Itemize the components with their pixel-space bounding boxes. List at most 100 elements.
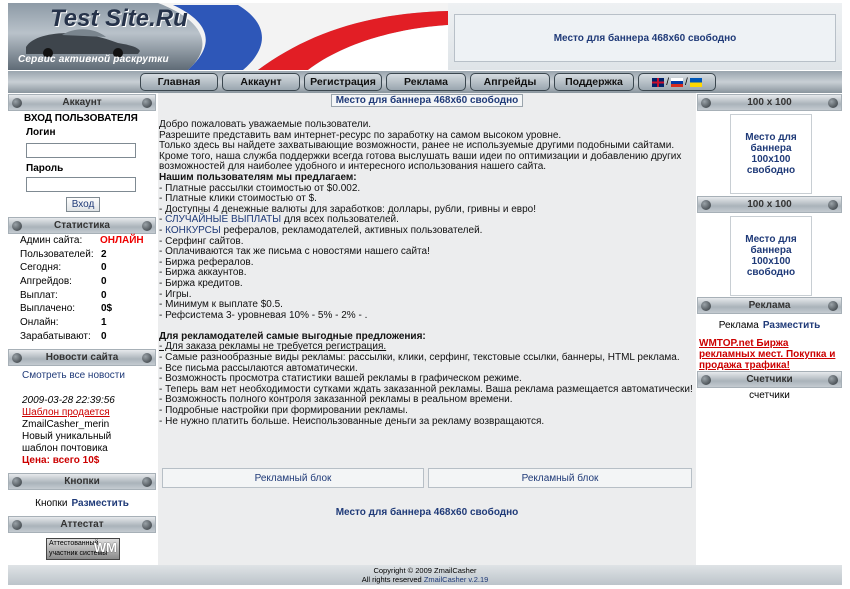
stat-value: 1 bbox=[101, 317, 107, 329]
ads-header: Реклама bbox=[697, 297, 842, 314]
stat-value: 2 bbox=[101, 248, 107, 260]
users-item: - КОНКУРСЫ рефералов, рекламодателей, ак… bbox=[159, 224, 483, 236]
wm-attestat-badge[interactable]: Аттестованный участник системы WM bbox=[46, 538, 120, 560]
news-item: 2009-03-28 22:39:56 Шаблон продается Zma… bbox=[22, 395, 115, 467]
users-heading: Нашим пользователям мы предлагаем: bbox=[159, 171, 357, 183]
attest-header: Аттестат bbox=[8, 516, 156, 533]
account-block: Аккаунт bbox=[8, 94, 156, 111]
banner-100-header: 100 x 100 bbox=[697, 94, 842, 111]
site-logo[interactable]: Test Site.Ru Сервис активной раскрутки bbox=[8, 3, 448, 70]
bullet-icon bbox=[12, 477, 22, 487]
footer-rights-line: All rights reserved ZmailCasher v.2.19 bbox=[361, 575, 489, 584]
wmtop-link[interactable]: WMTOP.net Биржа рекламных мест. Покупка … bbox=[697, 336, 842, 371]
banner-100-placeholder-1[interactable]: Место для баннера 100x100 свободно bbox=[730, 114, 812, 194]
flag-uk-icon[interactable] bbox=[652, 77, 665, 87]
lang-separator: / bbox=[685, 76, 688, 88]
stat-value: 0 bbox=[101, 330, 107, 342]
bullet-icon bbox=[701, 301, 711, 311]
stat-key: Апгрейдов: bbox=[20, 276, 72, 288]
footer-version-link[interactable]: ZmailCasher v.2.19 bbox=[424, 575, 488, 584]
ads-row: Реклама Разместить bbox=[697, 314, 842, 336]
bullet-icon bbox=[701, 200, 711, 210]
stat-value: 0 bbox=[101, 262, 107, 274]
random-payouts-link[interactable]: СЛУЧАЙНЫЕ ВЫПЛАТЫ bbox=[165, 214, 281, 226]
stat-key: Выплачено: bbox=[20, 303, 76, 315]
account-header-label: Аккаунт bbox=[62, 97, 102, 108]
bullet-icon bbox=[142, 477, 152, 487]
banner-100-header: 100 x 100 bbox=[697, 196, 842, 213]
welcome-text: Добро пожаловать уважаемые пользователи.… bbox=[159, 119, 694, 427]
center-banner-bottom[interactable]: Место для баннера 468x60 свободно bbox=[158, 506, 696, 520]
main-content: Место для баннера 468x60 свободно Добро … bbox=[158, 93, 696, 565]
stat-row: Админ сайта: ОНЛАЙН bbox=[8, 234, 156, 248]
banner-100-block-1: 100 x 100 bbox=[697, 94, 842, 111]
login-button[interactable]: Вход bbox=[66, 197, 100, 212]
stat-value-online: ОНЛАЙН bbox=[100, 235, 144, 246]
stat-row: Апгрейдов: 0 bbox=[8, 275, 156, 289]
language-switcher: / / bbox=[638, 73, 716, 91]
bullet-icon bbox=[828, 301, 838, 311]
nav-registration[interactable]: Регистрация bbox=[304, 73, 382, 91]
stat-key: Зарабатывают: bbox=[20, 330, 91, 342]
all-news-link[interactable]: Смотреть все новости bbox=[22, 370, 125, 381]
stat-key: Пользователей: bbox=[20, 248, 94, 260]
buttons-place-link[interactable]: Разместить bbox=[71, 498, 128, 509]
logo-subtitle: Сервис активной раскрутки bbox=[18, 54, 169, 65]
ad-block-right[interactable]: Рекламный блок bbox=[428, 468, 692, 488]
news-text: шаблон почтовика bbox=[22, 443, 108, 454]
bullet-icon bbox=[142, 98, 152, 108]
news-text: Новый уникальный bbox=[22, 431, 112, 442]
bullet-icon bbox=[12, 221, 22, 231]
bullet-icon bbox=[12, 353, 22, 363]
ads-block: Реклама Реклама Разместить WMTOP.net Бир… bbox=[697, 297, 842, 371]
banner-100-header-label: 100 x 100 bbox=[747, 97, 792, 108]
center-banner-top[interactable]: Место для баннера 468x60 свободно bbox=[158, 94, 696, 107]
news-header: Новости сайта bbox=[8, 349, 156, 366]
password-input[interactable] bbox=[26, 177, 136, 192]
adv-item: - Не нужно платить больше. Неиспользован… bbox=[159, 415, 545, 427]
stats-header: Статистика bbox=[8, 217, 156, 234]
top-banner-placeholder[interactable]: Место для баннера 468x60 свободно bbox=[454, 14, 836, 62]
counters-block: Счетчики счетчики bbox=[697, 371, 842, 401]
nav-upgrades[interactable]: Апгрейды bbox=[470, 73, 550, 91]
banner-100-placeholder-2[interactable]: Место для баннера 100x100 свободно bbox=[730, 216, 812, 296]
login-title: ВХОД ПОЛЬЗОВАТЕЛЯ bbox=[24, 113, 138, 124]
news-price: Цена: всего 10$ bbox=[22, 455, 100, 466]
attest-header-label: Аттестат bbox=[60, 519, 104, 530]
stats-header-label: Статистика bbox=[54, 220, 110, 231]
bullet-icon bbox=[828, 200, 838, 210]
stat-row: Выплат: 0 bbox=[8, 289, 156, 303]
nav-home[interactable]: Главная bbox=[140, 73, 218, 91]
nav-advertising[interactable]: Реклама bbox=[386, 73, 466, 91]
bullet-icon bbox=[12, 520, 22, 530]
stat-row: Пользователей: 2 bbox=[8, 248, 156, 262]
login-input[interactable] bbox=[26, 143, 136, 158]
main-nav: Главная Аккаунт Регистрация Реклама Апгр… bbox=[8, 71, 842, 93]
logo-title: Test Site.Ru bbox=[50, 5, 188, 32]
bullet-icon bbox=[12, 98, 22, 108]
stat-key: Админ сайта: bbox=[20, 235, 83, 246]
news-title-link[interactable]: Шаблон продается bbox=[22, 407, 115, 419]
ads-header-label: Реклама bbox=[748, 300, 791, 311]
news-header-label: Новости сайта bbox=[45, 352, 119, 363]
nav-account[interactable]: Аккаунт bbox=[222, 73, 300, 91]
banner-100-header-label: 100 x 100 bbox=[747, 199, 792, 210]
stat-key: Сегодня: bbox=[20, 262, 62, 274]
ads-place-link[interactable]: Разместить bbox=[763, 320, 820, 331]
stat-row: Сегодня: 0 bbox=[8, 261, 156, 275]
bullet-icon bbox=[828, 98, 838, 108]
nav-support[interactable]: Поддержка bbox=[554, 73, 634, 91]
stat-key: Онлайн: bbox=[20, 317, 59, 329]
news-date: 2009-03-28 22:39:56 bbox=[22, 395, 115, 406]
ad-block-left[interactable]: Рекламный блок bbox=[162, 468, 424, 488]
password-label: Пароль bbox=[26, 163, 64, 174]
flag-ua-icon[interactable] bbox=[689, 77, 702, 87]
bullet-icon bbox=[142, 353, 152, 363]
stats-block: Статистика bbox=[8, 217, 156, 234]
contests-link[interactable]: КОНКУРСЫ bbox=[165, 225, 221, 236]
bullet-icon bbox=[701, 98, 711, 108]
flag-ru-icon[interactable] bbox=[671, 77, 683, 87]
bullet-icon bbox=[828, 375, 838, 385]
header: Test Site.Ru Сервис активной раскрутки М… bbox=[8, 3, 842, 70]
bullet-icon bbox=[701, 375, 711, 385]
